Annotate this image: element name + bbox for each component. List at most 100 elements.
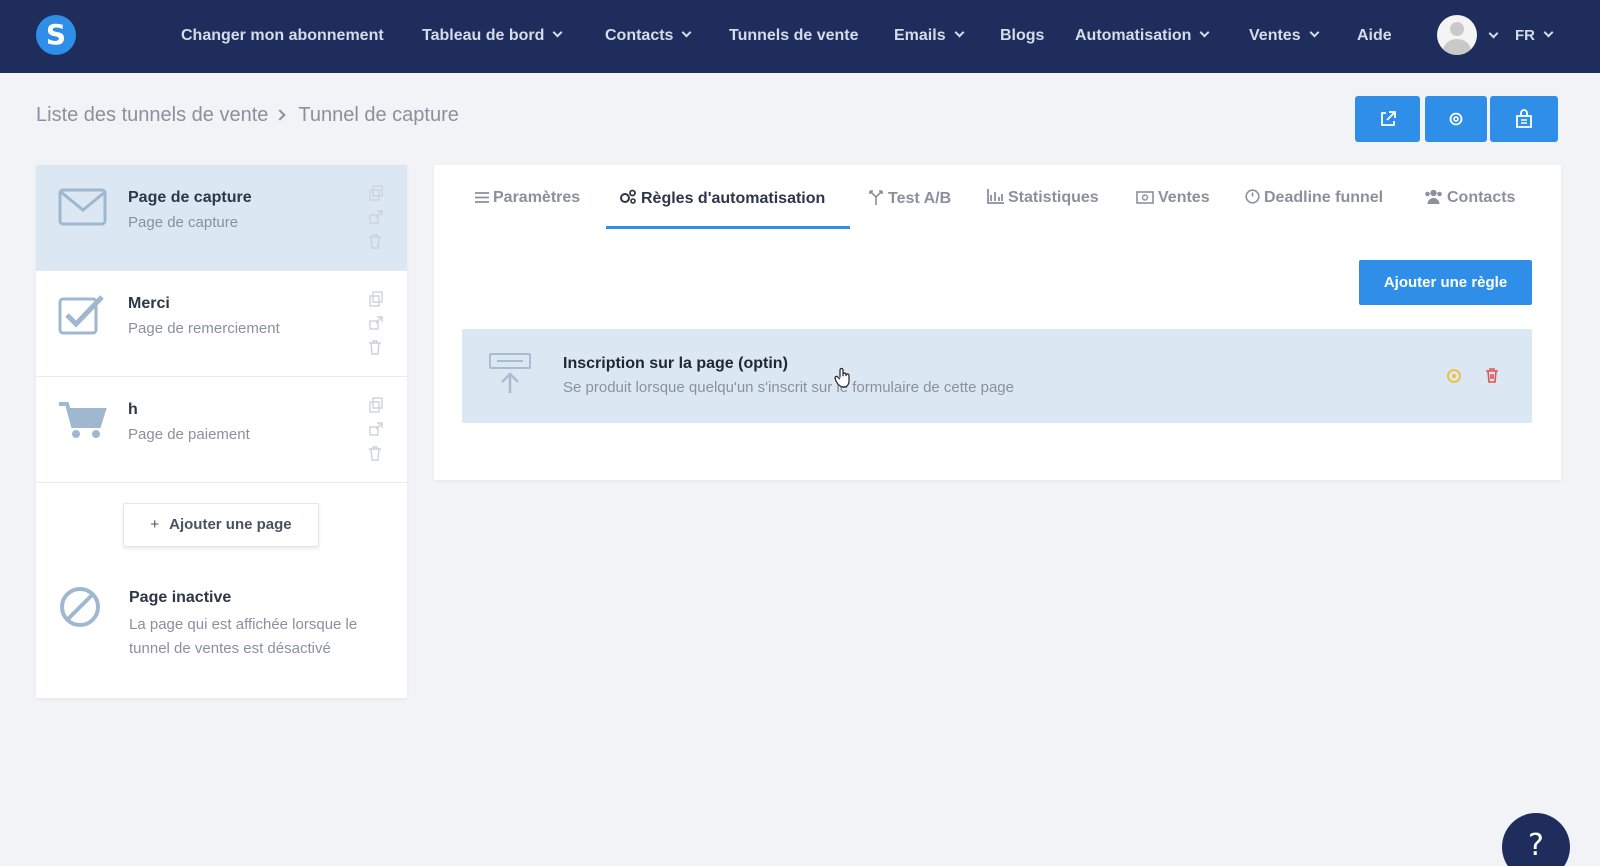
tab-label: Ventes [1158,189,1210,206]
copy-icon[interactable] [368,185,388,209]
tab-regles-automatisation[interactable]: Règles d'automatisation [619,189,825,229]
page-title: Merci [128,295,170,312]
page-item-merci[interactable]: Merci Page de remerciement [36,271,407,377]
rule-title: Inscription sur la page (optin) [563,355,788,372]
money-icon [1136,191,1154,204]
app-logo[interactable]: S [36,15,76,55]
trash-icon[interactable] [368,233,388,257]
hand-cursor-icon [834,367,850,388]
nav-automatisation[interactable]: Automatisation [1075,0,1210,73]
external-link-icon [1380,111,1396,126]
tab-contacts[interactable]: Contacts [1424,189,1515,229]
nav-ventes[interactable]: Ventes [1249,0,1320,73]
page-actions [368,185,388,257]
breadcrumb-current: Tunnel de capture [298,104,459,126]
page-subtitle: Page de capture [128,214,239,231]
trash-icon[interactable] [368,445,388,469]
bar-chart-icon [987,189,1004,204]
nav-tableau-de-bord[interactable]: Tableau de bord [422,0,563,73]
settings-button[interactable] [1425,96,1487,142]
tab-ventes[interactable]: Ventes [1136,189,1210,229]
disabled-icon [60,587,100,627]
automation-rule-item[interactable]: Inscription sur la page (optin) Se produ… [462,329,1532,423]
nav-label: Changer mon abonnement [181,27,384,44]
list-icon [475,192,489,203]
trash-icon[interactable] [1485,367,1499,383]
copy-icon[interactable] [368,291,388,315]
automation-rules-panel: Paramètres Règles d'automatisation Test … [434,165,1561,480]
nav-blogs[interactable]: Blogs [1000,0,1044,73]
nav-tunnels-de-vente[interactable]: Tunnels de vente [729,0,859,73]
page-actions [368,291,388,363]
language-selector[interactable]: FR [1515,0,1554,73]
funnel-pages-panel: Page de capture Page de capture Merci Pa… [36,165,407,698]
nav-contacts[interactable]: Contacts [605,0,692,73]
nav-emails[interactable]: Emails [894,0,965,73]
inactive-page-title[interactable]: Page inactive [129,589,231,607]
nav-label: Aide [1357,27,1392,44]
chevron-down-icon [1200,27,1210,38]
page-title: Page de capture [128,189,252,206]
tab-parametres[interactable]: Paramètres [475,189,580,229]
tab-deadline-funnel[interactable]: Deadline funnel [1245,189,1383,229]
store-icon [1516,109,1532,128]
nav-label: Blogs [1000,27,1045,44]
tab-label: Contacts [1447,189,1516,206]
nav-changer-abonnement[interactable]: Changer mon abonnement [181,0,384,73]
chevron-down-icon [1309,27,1320,38]
inactive-page-description: La page qui est affichée lorsque le tunn… [129,616,358,657]
envelope-icon [58,188,107,226]
chevron-down-icon [682,27,692,38]
help-button[interactable]: ? [1502,813,1570,866]
avatar-head [1450,22,1464,36]
duplicate-icon[interactable] [368,209,388,233]
gears-icon [620,189,636,204]
plus-icon: + [150,516,160,533]
page-item-paiement[interactable]: h Page de paiement [36,377,407,483]
tab-label: Test A/B [888,190,952,207]
page-subtitle: Page de paiement [128,426,250,443]
duplicate-icon[interactable] [368,421,388,445]
trash-icon[interactable] [368,339,388,363]
chevron-right-icon [274,109,287,121]
nav-label: Emails [894,27,946,44]
tab-label: Deadline funnel [1264,189,1384,206]
subscribe-upload-icon [489,353,531,393]
tab-test-ab[interactable]: Test A/B [868,189,951,229]
user-avatar[interactable] [1437,15,1477,55]
nav-label: Tableau de bord [422,27,545,44]
chevron-down-icon [1543,27,1554,38]
tab-label: Statistiques [1008,189,1099,206]
nav-label: Automatisation [1075,27,1192,44]
nav-label: Contacts [605,27,674,44]
split-icon [869,190,883,205]
page-title: h [128,401,138,418]
cart-icon [59,402,107,438]
copy-icon[interactable] [368,397,388,421]
tab-statistiques[interactable]: Statistiques [987,189,1099,229]
tab-label: Règles d'automatisation [641,190,826,207]
page-subtitle: Page de remerciement [128,320,280,337]
open-external-button[interactable] [1355,96,1420,142]
chevron-down-icon [552,27,563,38]
nav-label: Ventes [1249,27,1301,44]
active-tab-indicator [606,226,850,229]
breadcrumb: Liste des tunnels de vente Tunnel de capt… [36,104,459,127]
nav-label: Tunnels de vente [729,27,859,44]
chevron-down-icon[interactable] [1488,28,1499,39]
page-item-capture[interactable]: Page de capture Page de capture [36,165,407,271]
chevron-down-icon [954,27,965,38]
store-button[interactable] [1490,96,1558,142]
duplicate-icon[interactable] [368,315,388,339]
nav-aide[interactable]: Aide [1357,0,1392,73]
avatar-body [1443,39,1471,55]
checkbox-icon [58,295,104,335]
breadcrumb-parent-link[interactable]: Liste des tunnels de vente [36,104,268,126]
rule-status-toggle[interactable] [1447,369,1461,383]
tab-label: Paramètres [493,189,581,206]
rule-description: Se produit lorsque quelqu'un s'inscrit s… [563,379,1014,396]
add-page-button[interactable]: + Ajouter une page [123,503,319,547]
page-actions [368,397,388,469]
settings-icon [1449,112,1463,126]
add-rule-button[interactable]: Ajouter une règle [1359,260,1532,305]
